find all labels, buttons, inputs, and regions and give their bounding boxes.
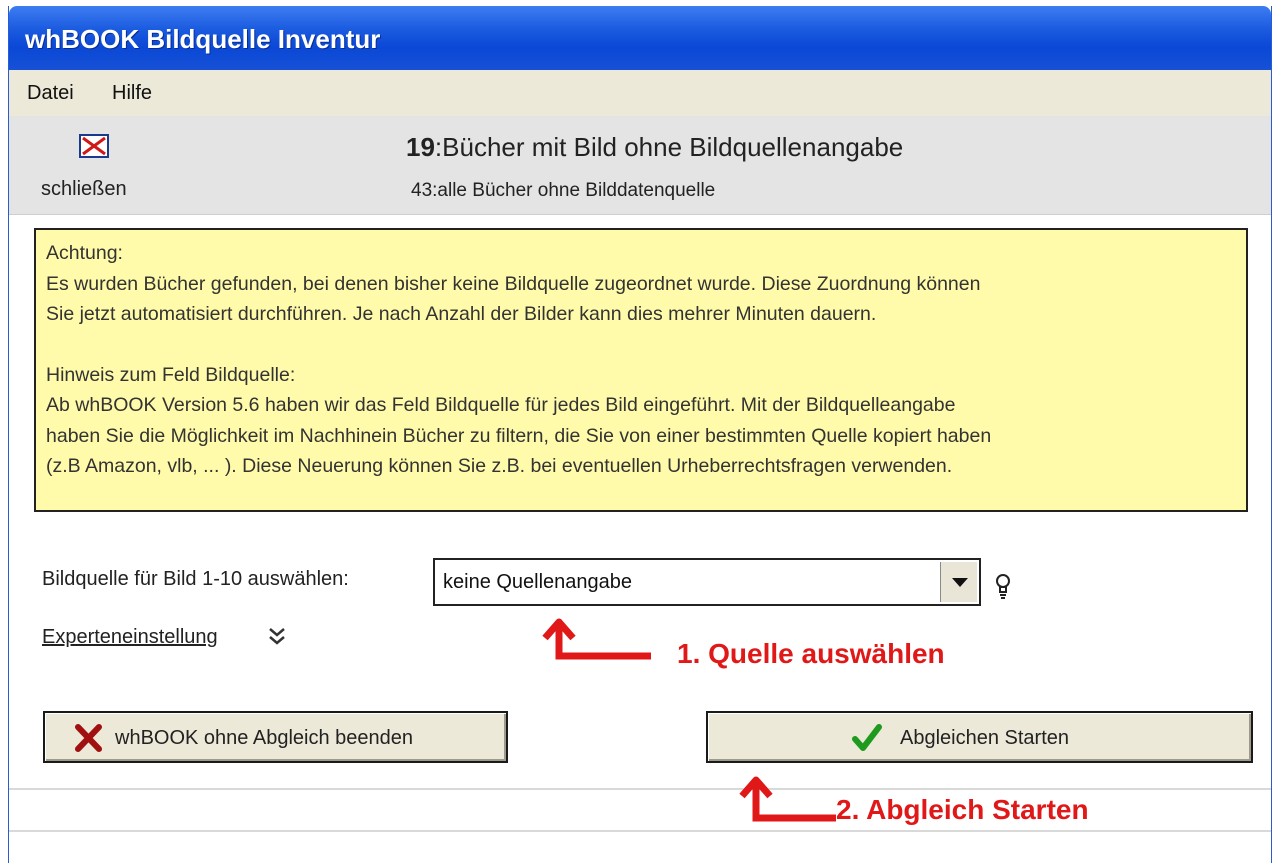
notice-line: Ab whBOOK Version 5.6 haben wir das Feld… <box>46 394 956 416</box>
close-icon[interactable] <box>79 134 109 158</box>
notice-line: Achtung: <box>46 242 123 264</box>
quit-button-label: whBOOK ohne Abgleich beenden <box>115 727 413 749</box>
notice-box: Achtung: Es wurden Bücher gefunden, bei … <box>34 228 1248 512</box>
notice-line: Sie jetzt automatisiert durchführen. Je … <box>46 303 877 325</box>
count-books-with-image: 19:Bücher mit Bild ohne Bildquellenangab… <box>406 132 903 163</box>
green-check-icon <box>852 724 882 751</box>
annotation-arrow-icon <box>739 776 836 822</box>
annotation-arrow-icon <box>542 618 651 660</box>
main-window: whBOOK Bildquelle Inventur Datei Hilfe s… <box>8 6 1272 863</box>
quit-without-sync-button[interactable]: whBOOK ohne Abgleich beenden <box>43 711 508 763</box>
double-chevron-down-icon[interactable] <box>267 626 287 648</box>
notice-line: Es wurden Bücher gefunden, bei denen bis… <box>46 272 981 295</box>
source-select-value: keine Quellenangabe <box>443 571 633 593</box>
count-text: :Bücher mit Bild ohne Bildquellenangabe <box>434 132 904 162</box>
chevron-down-icon[interactable] <box>940 562 977 602</box>
count-books-without-source: 43:alle Bücher ohne Bilddatenquelle <box>411 180 716 201</box>
start-sync-button[interactable]: Abgleichen Starten <box>706 711 1253 763</box>
window-title: whBOOK Bildquelle Inventur <box>25 24 381 54</box>
lightbulb-icon[interactable] <box>995 573 1011 601</box>
menu-datei[interactable]: Datei <box>27 82 74 105</box>
source-select-label: Bildquelle für Bild 1-10 auswählen: <box>42 568 349 590</box>
source-select[interactable]: keine Quellenangabe <box>433 558 981 606</box>
summary-header: schließen 19:Bücher mit Bild ohne Bildqu… <box>9 116 1271 215</box>
menu-hilfe[interactable]: Hilfe <box>112 82 152 105</box>
start-button-label: Abgleichen Starten <box>900 727 1070 749</box>
title-bar[interactable]: whBOOK Bildquelle Inventur <box>9 6 1271 70</box>
notice-line: Hinweis zum Feld Bildquelle: <box>46 363 296 386</box>
notice-line: (z.B Amazon, vlb, ... ). Diese Neuerung … <box>46 455 953 477</box>
menu-bar: Datei Hilfe <box>9 70 1271 117</box>
red-x-icon <box>75 724 102 752</box>
annotation-step2: 2. Abgleich Starten <box>836 794 1089 825</box>
annotation-step1: 1. Quelle auswählen <box>677 638 945 669</box>
close-label[interactable]: schließen <box>41 178 127 201</box>
count-number: 19 <box>406 132 435 162</box>
notice-line: haben Sie die Möglichkeit im Nachhinein … <box>46 424 992 447</box>
expert-settings-link[interactable]: Experteneinstellung <box>42 626 218 649</box>
